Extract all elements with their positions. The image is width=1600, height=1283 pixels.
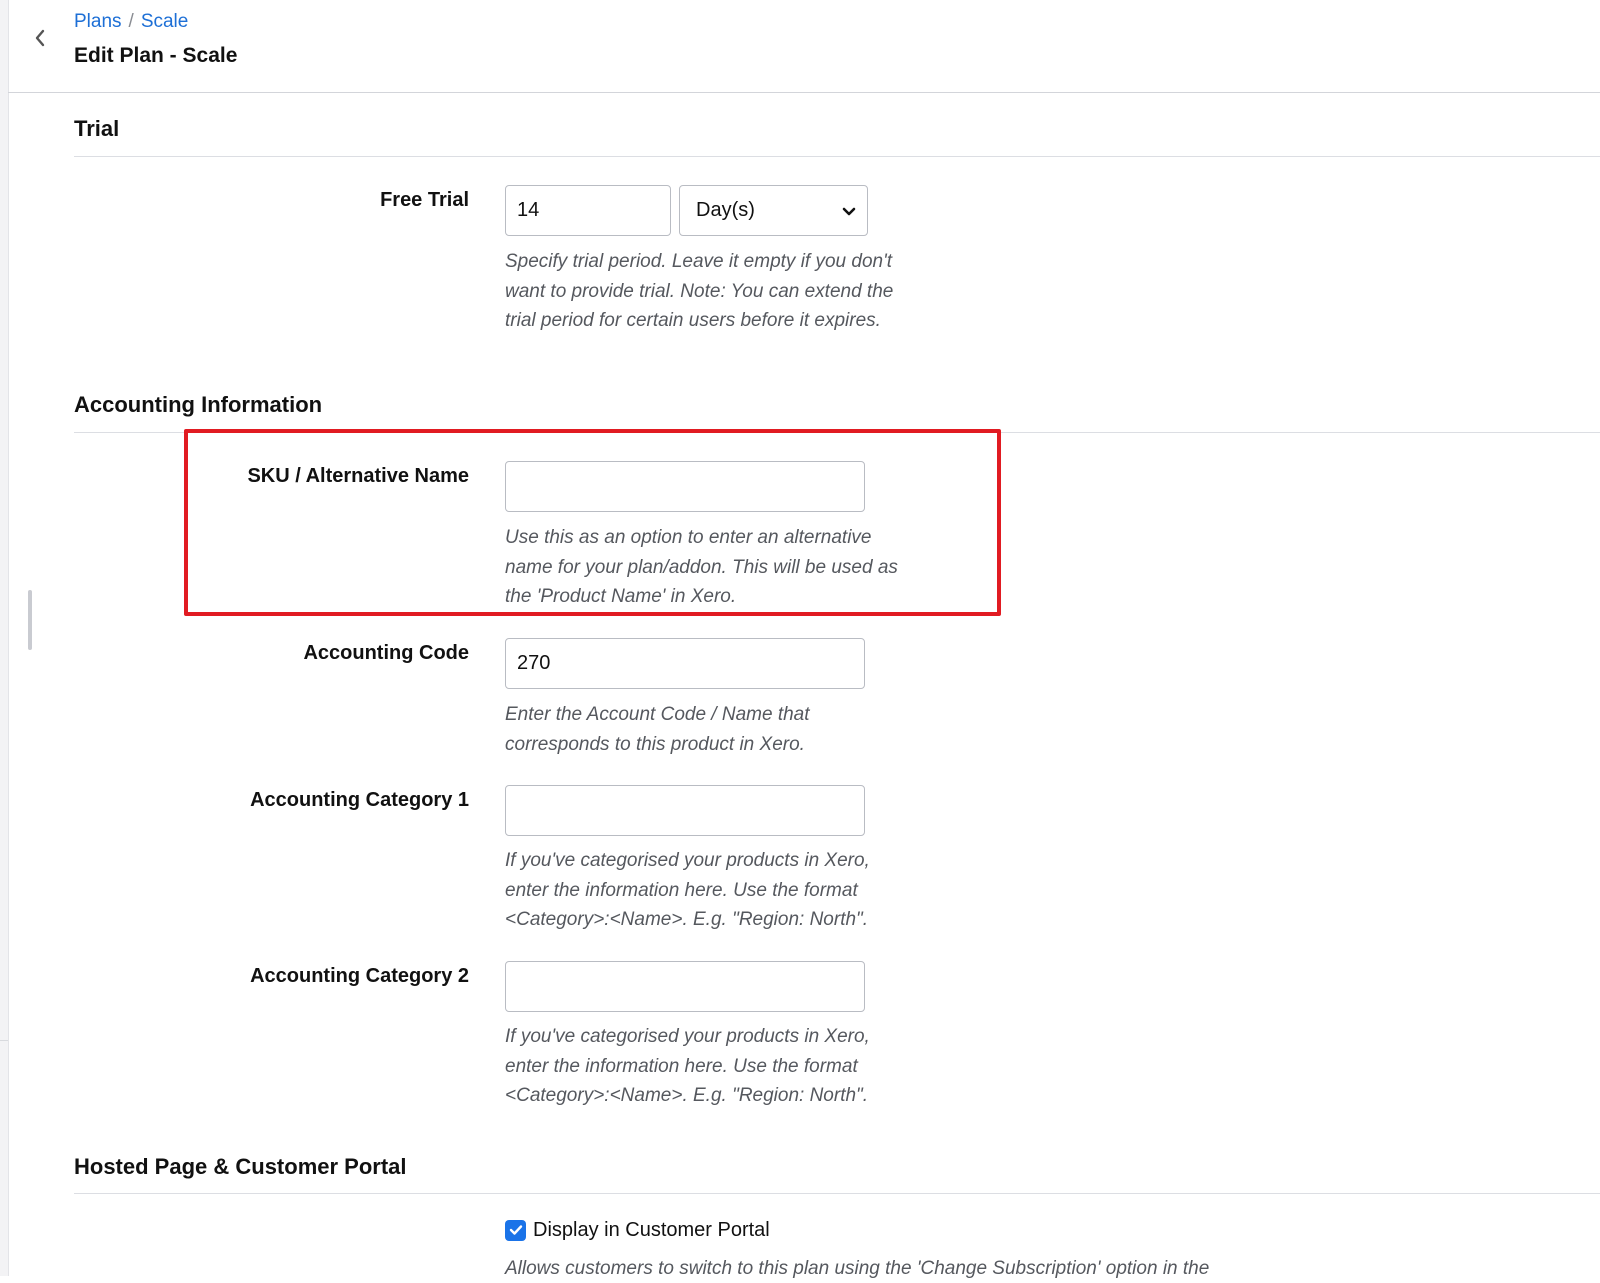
header-divider	[8, 92, 1600, 93]
help-line: If you've categorised your products in X…	[505, 850, 870, 871]
hosted-section-divider	[74, 1193, 1600, 1194]
chevron-down-icon	[841, 203, 857, 226]
page-title: Edit Plan - Scale	[74, 44, 238, 67]
resize-handle[interactable]	[28, 590, 32, 650]
trial-section-divider	[74, 156, 1600, 157]
trial-unit-select[interactable]: Day(s)	[679, 185, 868, 236]
rail-divider	[0, 1040, 8, 1041]
breadcrumb-plans-link[interactable]: Plans	[74, 11, 122, 32]
left-rail	[0, 0, 9, 1276]
help-line: trial period for certain users before it…	[505, 310, 881, 331]
breadcrumb-separator: /	[128, 11, 134, 32]
accounting-code-help: Enter the Account Code / Name that corre…	[505, 700, 955, 759]
accounting-category-1-help: If you've categorised your products in X…	[505, 846, 955, 935]
accounting-code-input[interactable]	[505, 638, 865, 689]
accounting-section-title: Accounting Information	[74, 392, 323, 417]
display-in-portal-checkbox[interactable]	[505, 1220, 526, 1241]
breadcrumb: Plans / Scale	[74, 10, 188, 34]
free-trial-label: Free Trial	[380, 189, 469, 211]
checkmark-icon	[509, 1219, 523, 1242]
help-line: corresponds to this product in Xero.	[505, 733, 805, 755]
help-line: <Category>:<Name>. E.g. "Region: North".	[505, 1085, 869, 1106]
help-line: <Category>:<Name>. E.g. "Region: North".	[505, 909, 869, 930]
accounting-category-2-label: Accounting Category 2	[250, 965, 469, 987]
help-line: Enter the Account Code / Name that	[505, 704, 810, 725]
accounting-code-label: Accounting Code	[303, 642, 469, 664]
help-line: enter the information here. Use the form…	[505, 879, 858, 901]
help-line: If you've categorised your products in X…	[505, 1026, 870, 1047]
help-line: enter the information here. Use the form…	[505, 1055, 858, 1077]
display-in-portal-row: Display in Customer Portal	[505, 1219, 770, 1242]
accounting-category-1-label: Accounting Category 1	[250, 789, 469, 811]
breadcrumb-scale-link[interactable]: Scale	[141, 11, 189, 32]
accounting-category-1-input[interactable]	[505, 785, 865, 836]
free-trial-input[interactable]	[505, 185, 671, 236]
free-trial-help: Specify trial period. Leave it empty if …	[505, 247, 955, 336]
accounting-category-2-help: If you've categorised your products in X…	[505, 1022, 955, 1111]
sku-highlight-box	[184, 429, 1001, 616]
accounting-category-2-input[interactable]	[505, 961, 865, 1012]
hosted-section-title: Hosted Page & Customer Portal	[74, 1154, 407, 1179]
back-button[interactable]	[28, 28, 52, 52]
help-line: want to provide trial. Note: You can ext…	[505, 280, 894, 302]
display-in-portal-help: Allows customers to switch to this plan …	[505, 1258, 1210, 1279]
display-in-portal-label: Display in Customer Portal	[533, 1219, 770, 1241]
trial-unit-value: Day(s)	[696, 199, 755, 221]
help-line: Specify trial period. Leave it empty if …	[505, 251, 892, 272]
chevron-left-icon	[34, 29, 46, 52]
trial-section-title: Trial	[74, 116, 120, 141]
